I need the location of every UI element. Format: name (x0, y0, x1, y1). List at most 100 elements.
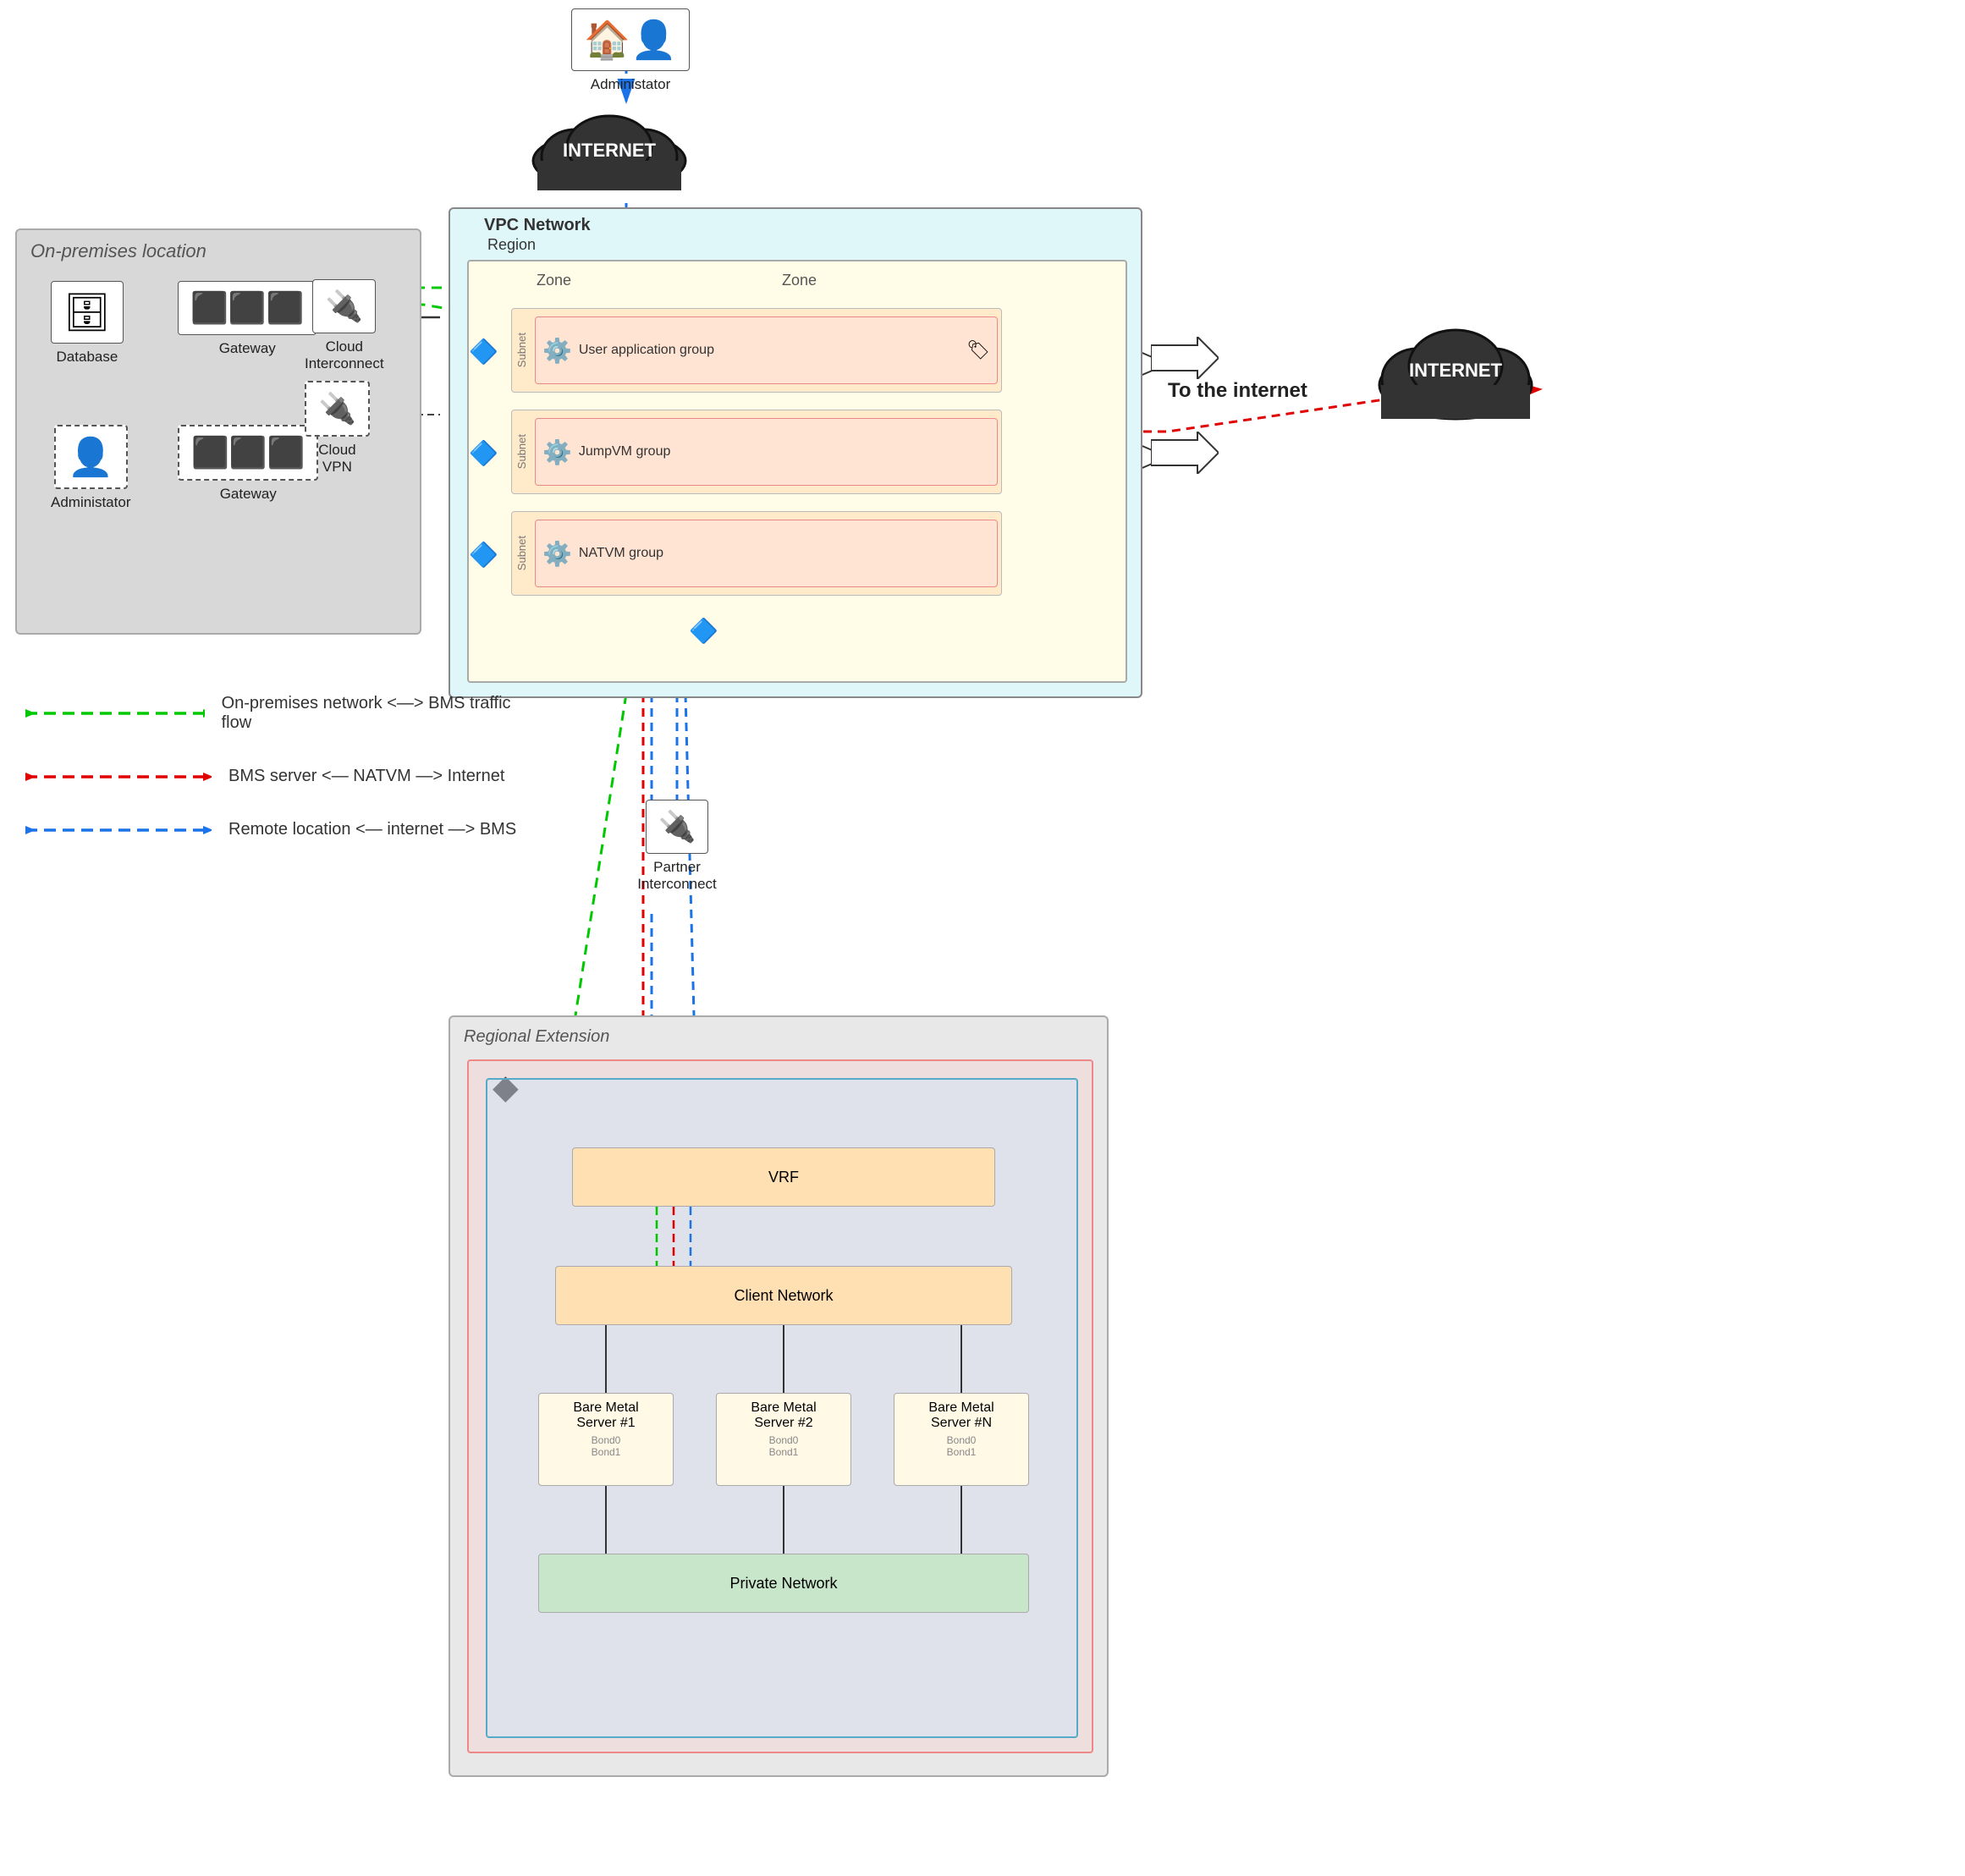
bare-metal-1-tag1: Bond0 (546, 1434, 666, 1446)
blue-inner-box: VRF Client Network Bare MetalServer #1 B… (486, 1078, 1078, 1738)
internet-right-label: INTERNET (1371, 360, 1540, 382)
bare-metal-2: Bare MetalServer #2 Bond0 Bond1 (716, 1393, 851, 1486)
cloud-vpn-icon: 🔌 (318, 391, 356, 426)
subnet3-label: Subnet (515, 536, 528, 570)
jumpvm-label: JumpVM group (579, 444, 671, 459)
admin-top-icon: 🏠👤 (584, 18, 677, 62)
natvm-label: NATVM group (579, 546, 663, 561)
cloud-vpn-label: CloudVPN (318, 442, 355, 476)
bare-metal-2-label: Bare MetalServer #2 (724, 1400, 844, 1431)
database-icon: 🗄 (63, 290, 111, 334)
natvm-group: ⚙️ NATVM group (535, 520, 998, 587)
pink-box: VRF Client Network Bare MetalServer #1 B… (467, 1059, 1093, 1753)
lb-icon-bot: 🔷 (689, 617, 718, 645)
subnet3-box: Subnet ⚙️ NATVM group (511, 511, 1002, 596)
cloud-interconnect-box: 🔌 CloudInterconnect (305, 279, 384, 372)
user-app-tag: 🏷 (966, 339, 990, 361)
bare-metal-n-tag2: Bond1 (901, 1446, 1021, 1458)
subnet2-box: Subnet ⚙️ JumpVM group (511, 410, 1002, 494)
bare-metal-n: Bare MetalServer #N Bond0 Bond1 (894, 1393, 1029, 1486)
client-network-box: Client Network (555, 1266, 1012, 1325)
database-border: 🗄 (51, 281, 124, 344)
admin-onprem-label: Administator (51, 494, 130, 511)
admin-onprem-icon: 👤 (68, 435, 114, 479)
cloud-interconnect-border: 🔌 (312, 279, 376, 333)
partner-interconnect-border: 🔌 (646, 800, 709, 854)
zone2-label: Zone (782, 272, 817, 289)
region-box: Zone Zone Subnet ⚙️ User application gro… (467, 260, 1127, 683)
vrf-label: VRF (768, 1169, 799, 1186)
legend-text-green: On-premises network <—> BMS traffic flow (222, 694, 533, 733)
gateway1-label: Gateway (219, 340, 276, 357)
legend-text-red: BMS server <— NATVM —> Internet (228, 767, 504, 786)
legend-line-blue (25, 824, 212, 836)
legend-line-green (25, 707, 205, 719)
subnet1-label: Subnet (515, 333, 528, 367)
gateway2-label: Gateway (220, 486, 277, 503)
lb-icon-left-mid: 🔷 (469, 439, 498, 467)
cloud-interconnect-label: CloudInterconnect (305, 338, 384, 372)
database-box: 🗄 Database (51, 281, 124, 366)
user-app-group: ⚙️ User application group 🏷 (535, 316, 998, 384)
on-premises-label: On-premises location (30, 240, 206, 262)
legend-item-green: On-premises network <—> BMS traffic flow (25, 694, 533, 733)
bare-metal-2-tag1: Bond0 (724, 1434, 844, 1446)
admin-top: 🏠👤 Administator (567, 8, 694, 93)
zone1-label: Zone (537, 272, 571, 289)
bare-metal-1-tag2: Bond1 (546, 1446, 666, 1458)
regional-extension-box: Regional Extension ◆ VRF Client Network … (449, 1015, 1109, 1777)
partner-interconnect-icon: 🔌 (658, 809, 696, 844)
admin-onprem-box: 👤 Administator (51, 425, 130, 511)
diagram-container: 🏠👤 Administator INTERNET G VPC Network R… (0, 0, 1965, 1876)
user-app-icon: ⚙️ (542, 337, 572, 365)
bare-metal-1-label: Bare MetalServer #1 (546, 1400, 666, 1431)
legend-line-red (25, 771, 212, 783)
jumpvm-group: ⚙️ JumpVM group (535, 418, 998, 486)
lb-icon-left-bot: 🔷 (469, 541, 498, 569)
vpc-network-label: VPC Network (484, 216, 591, 235)
gateway1-box: ⬛⬛⬛ Gateway (178, 281, 316, 357)
admin-top-label: Administator (591, 76, 670, 93)
admin-onprem-border: 👤 (54, 425, 128, 489)
gateway1-border: ⬛⬛⬛ (178, 281, 316, 335)
arrow-user-app (1151, 337, 1219, 383)
arrow-natvm (1151, 432, 1219, 478)
lb-icon-left-top: 🔷 (469, 338, 498, 366)
gateway2-icon: ⬛⬛⬛ (191, 435, 305, 470)
legend-text-blue: Remote location <— internet —> BMS (228, 820, 516, 839)
gateway2-border: ⬛⬛⬛ (178, 425, 318, 481)
partner-interconnect-label: PartnerInterconnect (637, 859, 717, 893)
cloud-vpn-box: 🔌 CloudVPN (305, 381, 370, 476)
admin-top-border: 🏠👤 (571, 8, 690, 71)
client-network-label: Client Network (734, 1287, 833, 1305)
internet-top-cloud: INTERNET (525, 106, 694, 195)
regional-ext-label: Regional Extension (464, 1027, 609, 1047)
subnet1-box: Subnet ⚙️ User application group 🏷 (511, 308, 1002, 393)
bare-metal-1: Bare MetalServer #1 Bond0 Bond1 (538, 1393, 674, 1486)
legend-item-blue: Remote location <— internet —> BMS (25, 820, 533, 839)
partner-interconnect-box: 🔌 PartnerInterconnect (592, 800, 762, 893)
gateway1-icon: ⬛⬛⬛ (190, 290, 304, 326)
arrow-svg-user (1151, 337, 1219, 379)
bare-metal-n-label: Bare MetalServer #N (901, 1400, 1021, 1431)
database-label: Database (57, 349, 118, 366)
private-network-label: Private Network (729, 1575, 837, 1593)
vrf-box: VRF (572, 1147, 995, 1207)
subnet2-label: Subnet (515, 434, 528, 469)
jumpvm-icon: ⚙️ (542, 438, 572, 466)
user-app-label: User application group (579, 343, 714, 358)
internet-top-label: INTERNET (525, 140, 694, 162)
legend: On-premises network <—> BMS traffic flow… (25, 694, 533, 873)
internet-right-cloud: INTERNET (1371, 322, 1540, 427)
region-label: Region (487, 236, 536, 254)
bare-metal-2-tag2: Bond1 (724, 1446, 844, 1458)
legend-item-red: BMS server <— NATVM —> Internet (25, 767, 533, 786)
vpc-network-box: VPC Network Region Zone Zone Subnet ⚙️ U… (449, 207, 1142, 698)
cloud-interconnect-icon: 🔌 (325, 289, 363, 324)
bare-metal-n-tag1: Bond0 (901, 1434, 1021, 1446)
gateway2-box: ⬛⬛⬛ Gateway (178, 425, 318, 503)
arrow-svg-natvm (1151, 432, 1219, 474)
private-network-box: Private Network (538, 1554, 1029, 1613)
cloud-vpn-border: 🔌 (305, 381, 370, 437)
natvm-icon: ⚙️ (542, 540, 572, 568)
